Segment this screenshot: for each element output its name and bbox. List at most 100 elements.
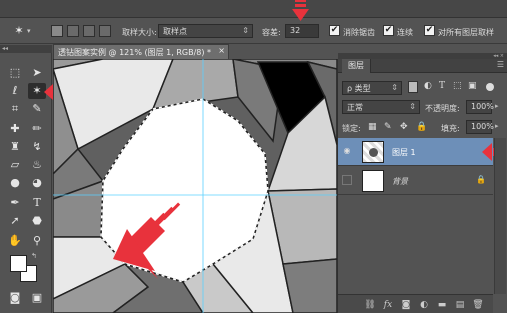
- layers-panel-footer: ⛓ fx ◙ ◐ ▬ ▤ 🗑: [338, 294, 493, 313]
- foreground-color-swatch[interactable]: [10, 255, 27, 272]
- pen-tool-icon[interactable]: ✒: [6, 195, 24, 211]
- antialias-checkbox[interactable]: ✔: [329, 25, 340, 36]
- new-layer-icon[interactable]: ▤: [454, 299, 466, 311]
- sample-size-select[interactable]: 取样点 ⇕: [158, 24, 253, 38]
- layer-row-layer1[interactable]: ◉ 图层 1: [338, 138, 493, 166]
- fill-label: 填充:: [441, 124, 460, 133]
- layers-panel-header: 图层 ☰: [338, 59, 507, 73]
- filter-type-icon[interactable]: T: [439, 81, 445, 91]
- fill-slider-icon[interactable]: ▸: [495, 122, 499, 130]
- contiguous-label: 连续: [397, 28, 413, 37]
- tool-preset-dropdown-icon[interactable]: ▾: [27, 27, 31, 35]
- clone-stamp-tool-icon[interactable]: ♜: [6, 139, 24, 155]
- magic-wand-tool-preset-icon[interactable]: ✶: [10, 23, 28, 39]
- chevron-down-icon: ⇕: [409, 102, 416, 111]
- new-group-icon[interactable]: ▬: [436, 299, 448, 311]
- move-tool-icon[interactable]: ➤: [28, 65, 46, 81]
- delete-layer-icon[interactable]: 🗑: [472, 299, 484, 311]
- lock-all-icon[interactable]: 🔒: [416, 122, 427, 132]
- dodge-tool-icon[interactable]: ◕: [28, 175, 46, 191]
- add-to-selection-mode-button[interactable]: [67, 25, 79, 37]
- opacity-value: 100%: [471, 102, 494, 111]
- adjustment-layer-icon[interactable]: ◐: [418, 299, 430, 311]
- tools-panel: ◂◂ ⬚ ➤ ℓ ✶ ⌗ ✎ ✚ ✏ ♜ ↯ ▱ ♨ ● ◕ ✒ T ➚ ⬣ ✋…: [0, 45, 61, 313]
- fill-value: 100%: [471, 122, 494, 131]
- layer-row-background[interactable]: 背景 🔒: [338, 167, 493, 195]
- tolerance-value: 32: [290, 26, 301, 35]
- filter-smart-object-icon[interactable]: ▣: [468, 81, 477, 91]
- lock-transparent-icon[interactable]: ▦: [368, 122, 377, 132]
- layer-thumbnail: [362, 170, 384, 192]
- contiguous-checkbox[interactable]: ✔: [383, 25, 394, 36]
- panel-scrollbar[interactable]: [494, 138, 506, 294]
- filter-adjustment-icon[interactable]: ◐: [424, 81, 432, 91]
- canvas-artwork: [53, 59, 337, 313]
- visibility-toggle-empty[interactable]: [342, 175, 352, 185]
- crop-tool-icon[interactable]: ⌗: [6, 101, 24, 117]
- filter-shape-icon[interactable]: ⬚: [453, 81, 462, 91]
- zoom-tool-icon[interactable]: ⚲: [28, 233, 46, 249]
- panel-menu-icon[interactable]: ☰: [497, 60, 504, 69]
- document-canvas[interactable]: [53, 59, 337, 313]
- brush-tool-icon[interactable]: ✏: [28, 121, 46, 137]
- photoshop-window: ✶ ▾ 取样大小: 取样点 ⇕ 容差: 32 ✔ 消除锯齿 ✔ 连续 ✔ 对所有…: [0, 0, 507, 313]
- paint-bucket-tool-icon[interactable]: ♨: [28, 157, 46, 173]
- tolerance-input[interactable]: 32: [285, 24, 319, 38]
- eraser-tool-icon[interactable]: ▱: [6, 157, 24, 173]
- options-bar: ✶ ▾ 取样大小: 取样点 ⇕ 容差: 32 ✔ 消除锯齿 ✔ 连续 ✔ 对所有…: [0, 0, 507, 44]
- healing-brush-tool-icon[interactable]: ✚: [6, 121, 24, 137]
- path-selection-tool-icon[interactable]: ➚: [6, 213, 24, 229]
- layer-style-icon[interactable]: fx: [382, 299, 394, 311]
- quick-mask-icon[interactable]: ◙: [6, 290, 24, 306]
- type-tool-icon[interactable]: T: [28, 195, 46, 211]
- blur-tool-icon[interactable]: ●: [6, 175, 24, 191]
- eyedropper-tool-icon[interactable]: ✎: [28, 101, 46, 117]
- shape-tool-icon[interactable]: ⬣: [28, 213, 46, 229]
- marquee-tool-icon[interactable]: ⬚: [6, 65, 24, 81]
- layer-name: 背景: [392, 177, 408, 186]
- blend-mode-value: 正常: [347, 103, 363, 112]
- lasso-tool-icon[interactable]: ℓ: [6, 83, 24, 99]
- sample-size-value: 取样点: [163, 27, 187, 36]
- blend-mode-select[interactable]: 正常 ⇕: [342, 100, 420, 114]
- menu-strip: [0, 0, 507, 18]
- toolbar-header: ◂◂: [0, 45, 52, 53]
- lock-image-icon[interactable]: ✎: [384, 122, 392, 132]
- tolerance-annotation-arrow: [292, 0, 309, 22]
- layer-filter-kind-value: ρ 类型: [347, 84, 371, 93]
- layer-mask-icon[interactable]: ◙: [400, 299, 412, 311]
- filter-toggle-button[interactable]: [486, 83, 494, 91]
- screen-mode-icon[interactable]: ▣: [28, 290, 46, 306]
- layers-tab[interactable]: 图层: [342, 59, 371, 73]
- sample-all-layers-label: 对所有图层取样: [438, 28, 494, 37]
- visibility-eye-icon[interactable]: ◉: [342, 146, 352, 156]
- lock-position-icon[interactable]: ✥: [400, 122, 408, 132]
- chevron-down-icon: ⇕: [391, 83, 398, 92]
- intersect-selection-mode-button[interactable]: [99, 25, 111, 37]
- lock-icon: 🔒: [476, 175, 486, 184]
- subtract-selection-mode-button[interactable]: [83, 25, 95, 37]
- fill-input[interactable]: 100%: [466, 120, 494, 134]
- close-tab-icon[interactable]: ×: [218, 46, 225, 55]
- layer-filter-kind-select[interactable]: ρ 类型 ⇕: [342, 81, 402, 95]
- chevron-down-icon: ⇕: [242, 26, 249, 35]
- lock-label: 锁定:: [342, 124, 361, 133]
- layer-name: 图层 1: [392, 148, 416, 157]
- link-layers-icon[interactable]: ⛓: [364, 299, 376, 311]
- antialias-label: 消除锯齿: [343, 28, 375, 37]
- layers-panel: ◂◂ × 图层 ☰ ρ 类型 ⇕ ◐ T ⬚ ▣ 正常 ⇕ 不透明度: 100%…: [337, 53, 507, 313]
- swap-colors-icon[interactable]: ↰: [31, 252, 37, 260]
- new-selection-mode-button[interactable]: [51, 25, 63, 37]
- layer-thumbnail: [362, 141, 384, 163]
- sample-all-layers-checkbox[interactable]: ✔: [424, 25, 435, 36]
- sample-size-label: 取样大小:: [122, 28, 157, 37]
- facet-segment: [282, 258, 337, 313]
- opacity-input[interactable]: 100%: [466, 100, 494, 114]
- document-title: 透钻图案实例 @ 121% (图层 1, RGB/8) *: [58, 48, 212, 57]
- opacity-slider-icon[interactable]: ▸: [495, 102, 499, 110]
- tolerance-label: 容差:: [262, 28, 281, 37]
- hand-tool-icon[interactable]: ✋: [6, 233, 24, 249]
- filter-pixel-icon[interactable]: [408, 81, 418, 93]
- document-tab[interactable]: 透钻图案实例 @ 121% (图层 1, RGB/8) * ×: [53, 44, 229, 59]
- history-brush-tool-icon[interactable]: ↯: [28, 139, 46, 155]
